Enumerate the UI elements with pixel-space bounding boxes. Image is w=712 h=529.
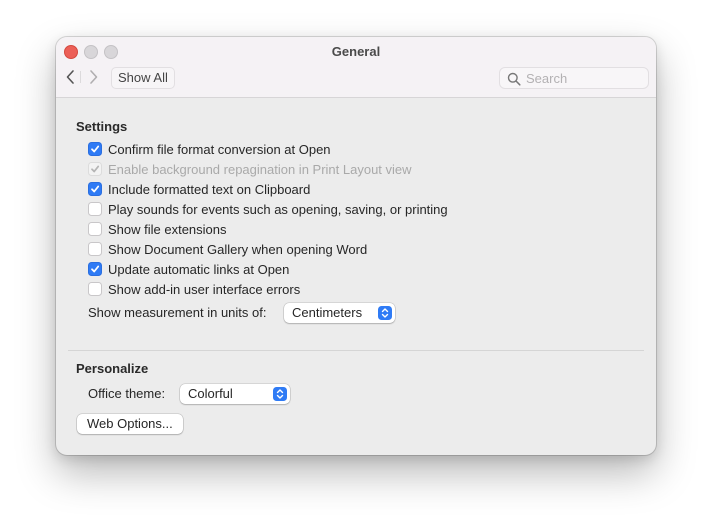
general-preferences-window: General Show All Settings Confirm file f… — [56, 37, 656, 455]
checkbox — [88, 162, 102, 176]
nav-separator — [80, 71, 81, 83]
popup-stepper-icon — [378, 306, 392, 320]
checkbox[interactable] — [88, 222, 102, 236]
web-options-button[interactable]: Web Options... — [77, 414, 183, 434]
settings-option-label: Show file extensions — [108, 221, 227, 237]
chevron-left-icon — [66, 70, 74, 84]
search-field[interactable] — [499, 67, 649, 89]
checkbox[interactable] — [88, 182, 102, 196]
section-divider — [68, 350, 644, 351]
office-theme-popup[interactable]: Colorful — [180, 384, 290, 404]
settings-option-row[interactable]: Show add-in user interface errors — [88, 280, 300, 298]
window-title: General — [331, 44, 381, 59]
settings-option-row[interactable]: Confirm file format conversion at Open — [88, 140, 331, 158]
checkmark-icon — [91, 185, 100, 193]
settings-option-label: Confirm file format conversion at Open — [108, 141, 331, 157]
search-icon — [507, 72, 521, 86]
popup-stepper-icon — [273, 387, 287, 401]
toolbar: General Show All — [56, 37, 656, 98]
settings-option-row[interactable]: Show file extensions — [88, 220, 227, 238]
checkmark-icon — [91, 145, 100, 153]
settings-section-title: Settings — [76, 119, 128, 134]
checkbox[interactable] — [88, 142, 102, 156]
settings-option-row[interactable]: Play sounds for events such as opening, … — [88, 200, 448, 218]
show-all-button[interactable]: Show All — [111, 67, 175, 89]
checkmark-icon — [91, 165, 100, 173]
settings-option-row: Enable background repagination in Print … — [88, 160, 412, 178]
measurement-units-value: Centimeters — [292, 305, 363, 320]
personalize-section-title: Personalize — [76, 361, 149, 376]
settings-option-row[interactable]: Update automatic links at Open — [88, 260, 289, 278]
measurement-units-label: Show measurement in units of: — [88, 305, 267, 320]
settings-option-row[interactable]: Show Document Gallery when opening Word — [88, 240, 367, 258]
settings-option-label: Include formatted text on Clipboard — [108, 181, 311, 197]
settings-option-row[interactable]: Include formatted text on Clipboard — [88, 180, 310, 198]
settings-option-label: Enable background repagination in Print … — [108, 161, 412, 177]
measurement-units-popup[interactable]: Centimeters — [284, 303, 395, 323]
settings-option-label: Update automatic links at Open — [108, 261, 290, 277]
office-theme-label: Office theme: — [88, 386, 166, 401]
office-theme-value: Colorful — [188, 386, 233, 401]
checkbox[interactable] — [88, 262, 102, 276]
settings-option-label: Show add-in user interface errors — [108, 281, 301, 297]
chevron-right-icon — [90, 70, 98, 84]
checkbox[interactable] — [88, 202, 102, 216]
settings-option-label: Play sounds for events such as opening, … — [108, 201, 448, 217]
checkbox[interactable] — [88, 282, 102, 296]
back-button[interactable] — [64, 69, 78, 85]
search-input[interactable] — [526, 70, 644, 86]
checkmark-icon — [91, 265, 100, 273]
checkbox[interactable] — [88, 242, 102, 256]
forward-button[interactable] — [86, 69, 100, 85]
settings-option-label: Show Document Gallery when opening Word — [108, 241, 368, 257]
